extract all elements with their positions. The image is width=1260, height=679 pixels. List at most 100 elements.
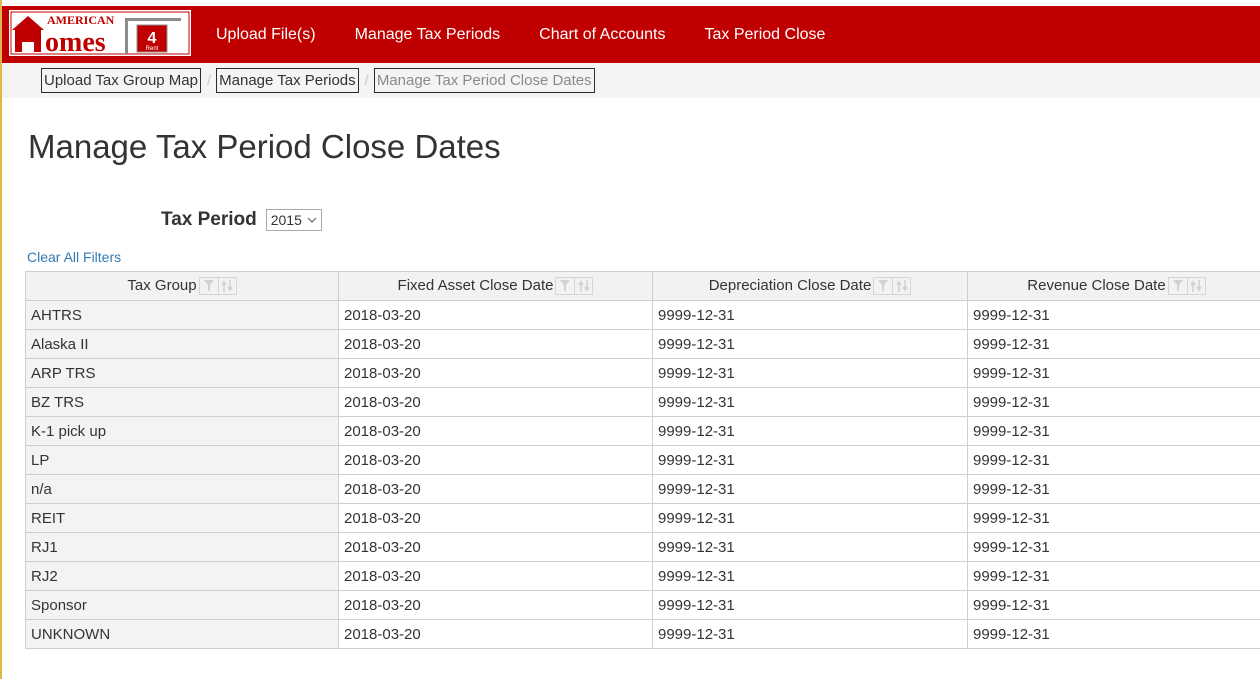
logo-main-text: omes bbox=[45, 27, 106, 56]
cell-revenue-close-date: 9999-12-31 bbox=[967, 387, 1260, 417]
column-header-tax-group: Tax Group bbox=[25, 271, 339, 301]
cell-revenue-close-date: 9999-12-31 bbox=[967, 619, 1260, 649]
table-row[interactable]: UNKNOWN 2018-03-20 9999-12-31 9999-12-31 bbox=[25, 619, 1260, 649]
cell-tax-group: REIT bbox=[25, 503, 339, 533]
table-row[interactable]: REIT 2018-03-20 9999-12-31 9999-12-31 bbox=[25, 503, 1260, 533]
cell-revenue-close-date: 9999-12-31 bbox=[967, 532, 1260, 562]
nav-manage-tax-periods[interactable]: Manage Tax Periods bbox=[355, 26, 501, 44]
column-header-label: Revenue Close Date bbox=[1027, 276, 1166, 294]
sort-icon[interactable] bbox=[1186, 278, 1205, 295]
cell-revenue-close-date: 9999-12-31 bbox=[967, 561, 1260, 591]
tax-period-label: Tax Period bbox=[161, 209, 257, 230]
cell-depreciation-close-date: 9999-12-31 bbox=[652, 329, 968, 359]
column-header-tools bbox=[1167, 277, 1206, 296]
cell-tax-group: K-1 pick up bbox=[25, 416, 339, 446]
cell-revenue-close-date: 9999-12-31 bbox=[967, 445, 1260, 475]
cell-tax-group: BZ TRS bbox=[25, 387, 339, 417]
cell-depreciation-close-date: 9999-12-31 bbox=[652, 532, 968, 562]
breadcrumb: Upload Tax Group Map / Manage Tax Period… bbox=[41, 66, 595, 94]
filter-icon[interactable] bbox=[556, 278, 574, 294]
cell-tax-group: AHTRS bbox=[25, 300, 339, 330]
nav-chart-of-accounts[interactable]: Chart of Accounts bbox=[539, 26, 665, 44]
column-header-tools bbox=[555, 277, 594, 296]
nav-tax-period-close[interactable]: Tax Period Close bbox=[704, 26, 825, 44]
cell-tax-group: ARP TRS bbox=[25, 358, 339, 388]
cell-depreciation-close-date: 9999-12-31 bbox=[652, 474, 968, 504]
sort-icon[interactable] bbox=[892, 278, 910, 295]
logo-badge-sub: Rent bbox=[146, 46, 159, 52]
cell-fixed-asset-close-date: 2018-03-20 bbox=[338, 416, 653, 446]
logo-badge-number: 4 bbox=[148, 30, 157, 47]
cell-depreciation-close-date: 9999-12-31 bbox=[652, 387, 968, 417]
cell-fixed-asset-close-date: 2018-03-20 bbox=[338, 561, 653, 591]
cell-fixed-asset-close-date: 2018-03-20 bbox=[338, 532, 653, 562]
cell-revenue-close-date: 9999-12-31 bbox=[967, 474, 1260, 504]
cell-depreciation-close-date: 9999-12-31 bbox=[652, 358, 968, 388]
cell-depreciation-close-date: 9999-12-31 bbox=[652, 503, 968, 533]
breadcrumb-manage-tax-periods[interactable]: Manage Tax Periods bbox=[216, 67, 359, 93]
filter-icon[interactable] bbox=[874, 278, 892, 294]
tax-period-select[interactable]: 2015 bbox=[265, 209, 322, 231]
cell-fixed-asset-close-date: 2018-03-20 bbox=[338, 445, 653, 475]
table-row[interactable]: n/a 2018-03-20 9999-12-31 9999-12-31 bbox=[25, 474, 1260, 504]
table-row[interactable]: ARP TRS 2018-03-20 9999-12-31 9999-12-31 bbox=[25, 358, 1260, 388]
cell-tax-group: UNKNOWN bbox=[25, 619, 339, 649]
column-header-label: Fixed Asset Close Date bbox=[397, 276, 554, 294]
cell-fixed-asset-close-date: 2018-03-20 bbox=[338, 590, 653, 620]
cell-revenue-close-date: 9999-12-31 bbox=[967, 358, 1260, 388]
cell-tax-group: RJ1 bbox=[25, 532, 339, 562]
cell-depreciation-close-date: 9999-12-31 bbox=[652, 445, 968, 475]
cell-revenue-close-date: 9999-12-31 bbox=[967, 503, 1260, 533]
cell-tax-group: Sponsor bbox=[25, 590, 339, 620]
column-header-revenue-close-date: Revenue Close Date bbox=[967, 271, 1260, 301]
tax-period-selected-value: 2015 bbox=[270, 212, 302, 228]
cell-tax-group: Alaska II bbox=[25, 329, 339, 359]
filter-icon[interactable] bbox=[1169, 278, 1187, 294]
main-nav: Upload File(s) Manage Tax Periods Chart … bbox=[216, 6, 864, 63]
cell-fixed-asset-close-date: 2018-03-20 bbox=[338, 358, 653, 388]
table-row[interactable]: Alaska II 2018-03-20 9999-12-31 9999-12-31 bbox=[25, 329, 1260, 359]
tax-period-close-table: Tax Group Fixed Asset Close Date Depreci… bbox=[25, 271, 1260, 649]
table-row[interactable]: Sponsor 2018-03-20 9999-12-31 9999-12-31 bbox=[25, 590, 1260, 620]
breadcrumb-current-page: Manage Tax Period Close Dates bbox=[373, 67, 595, 93]
american-homes-4-rent-logo[interactable]: AMERICAN omes 4 Rent bbox=[9, 10, 191, 56]
table-row[interactable]: LP 2018-03-20 9999-12-31 9999-12-31 bbox=[25, 445, 1260, 475]
filter-icon[interactable] bbox=[200, 278, 218, 294]
tax-period-filter: Tax Period 2015 bbox=[161, 209, 322, 231]
cell-revenue-close-date: 9999-12-31 bbox=[967, 329, 1260, 359]
page-title: Manage Tax Period Close Dates bbox=[28, 128, 501, 165]
top-navbar: AMERICAN omes 4 Rent Upload File(s) Mana… bbox=[2, 0, 1260, 63]
cell-fixed-asset-close-date: 2018-03-20 bbox=[338, 387, 653, 417]
clear-all-filters-link[interactable]: Clear All Filters bbox=[27, 249, 121, 265]
cell-depreciation-close-date: 9999-12-31 bbox=[652, 619, 968, 649]
column-header-label: Depreciation Close Date bbox=[708, 276, 872, 294]
table-row[interactable]: K-1 pick up 2018-03-20 9999-12-31 9999-12-3… bbox=[25, 416, 1260, 446]
column-header-tools bbox=[873, 277, 912, 296]
cell-depreciation-close-date: 9999-12-31 bbox=[652, 300, 968, 330]
breadcrumb-upload-tax-group-map[interactable]: Upload Tax Group Map bbox=[41, 67, 201, 93]
table-row[interactable]: RJ2 2018-03-20 9999-12-31 9999-12-31 bbox=[25, 561, 1260, 591]
cell-fixed-asset-close-date: 2018-03-20 bbox=[338, 474, 653, 504]
cell-fixed-asset-close-date: 2018-03-20 bbox=[338, 329, 653, 359]
cell-depreciation-close-date: 9999-12-31 bbox=[652, 561, 968, 591]
cell-revenue-close-date: 9999-12-31 bbox=[967, 590, 1260, 620]
breadcrumb-separator: / bbox=[206, 71, 212, 89]
left-edge-rule bbox=[0, 0, 2, 679]
cell-revenue-close-date: 9999-12-31 bbox=[967, 300, 1260, 330]
column-header-tools bbox=[198, 277, 237, 296]
cell-fixed-asset-close-date: 2018-03-20 bbox=[338, 619, 653, 649]
column-header-fixed-asset-close-date: Fixed Asset Close Date bbox=[338, 271, 653, 301]
breadcrumb-bar: Upload Tax Group Map / Manage Tax Period… bbox=[2, 63, 1260, 98]
sort-icon[interactable] bbox=[574, 278, 592, 295]
table-row[interactable]: RJ1 2018-03-20 9999-12-31 9999-12-31 bbox=[25, 532, 1260, 562]
table-row[interactable]: AHTRS 2018-03-20 9999-12-31 9999-12-31 bbox=[25, 300, 1260, 330]
table-row[interactable]: BZ TRS 2018-03-20 9999-12-31 9999-12-31 bbox=[25, 387, 1260, 417]
logo-top-text: AMERICAN bbox=[47, 13, 115, 27]
table-header-row: Tax Group Fixed Asset Close Date Depreci… bbox=[25, 271, 1260, 301]
cell-fixed-asset-close-date: 2018-03-20 bbox=[338, 300, 653, 330]
nav-upload-files[interactable]: Upload File(s) bbox=[216, 26, 316, 44]
cell-fixed-asset-close-date: 2018-03-20 bbox=[338, 503, 653, 533]
sort-icon[interactable] bbox=[217, 278, 236, 295]
cell-tax-group: RJ2 bbox=[25, 561, 339, 591]
cell-depreciation-close-date: 9999-12-31 bbox=[652, 416, 968, 446]
